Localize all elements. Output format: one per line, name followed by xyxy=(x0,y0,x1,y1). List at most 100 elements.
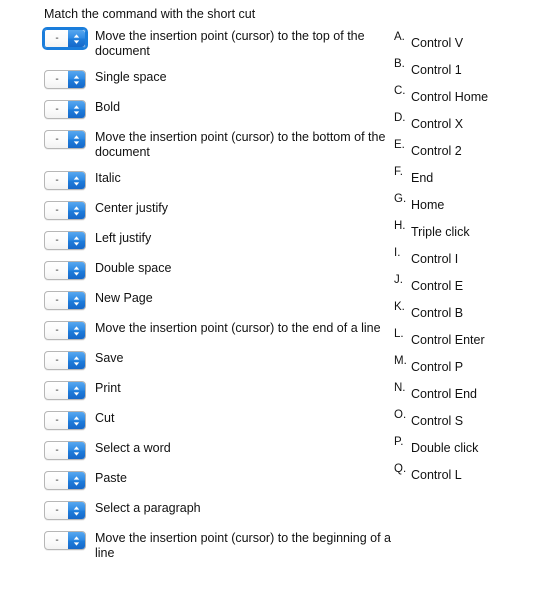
option-text: Control E xyxy=(411,279,464,293)
option-row: G. Home xyxy=(394,193,544,221)
option-text: Control End xyxy=(411,387,478,401)
up-down-chevron-icon[interactable] xyxy=(68,412,85,429)
answer-select-value: - xyxy=(55,175,59,186)
command-row: - Paste xyxy=(44,470,392,490)
up-down-chevron-icon[interactable] xyxy=(68,131,85,148)
option-row: F. End xyxy=(394,166,544,194)
answer-select[interactable]: - xyxy=(44,381,86,400)
command-row: - Move the insertion point (cursor) to th… xyxy=(44,28,392,59)
answer-select-value: - xyxy=(55,104,59,115)
up-down-chevron-icon[interactable] xyxy=(68,101,85,118)
command-label: Select a word xyxy=(95,441,171,455)
answer-select-value: - xyxy=(55,415,59,426)
option-text: Home xyxy=(411,198,445,212)
answer-select[interactable]: - xyxy=(44,411,86,430)
answer-select-value: - xyxy=(55,265,59,276)
answer-select[interactable]: - xyxy=(44,171,86,190)
answer-select[interactable]: - xyxy=(44,351,86,370)
up-down-chevron-icon[interactable] xyxy=(68,292,85,309)
answer-select[interactable]: - xyxy=(44,471,86,490)
command-label: Single space xyxy=(95,70,167,84)
option-letter: A. xyxy=(394,31,405,43)
options-column: A. Control V B. Control 1 C. Control Home D. Co… xyxy=(394,31,544,491)
command-row: - Select a word xyxy=(44,440,392,460)
option-letter: M. xyxy=(394,355,407,367)
command-label: Save xyxy=(95,351,124,365)
up-down-chevron-icon[interactable] xyxy=(68,172,85,189)
option-row: O. Control S xyxy=(394,409,544,437)
command-label: Print xyxy=(95,381,121,395)
answer-select-value: - xyxy=(55,235,59,246)
option-letter: O. xyxy=(394,409,407,421)
answer-select[interactable]: - xyxy=(44,130,86,149)
answer-select[interactable]: - xyxy=(44,100,86,119)
command-label: New Page xyxy=(95,291,153,305)
option-row: K. Control B xyxy=(394,301,544,329)
up-down-chevron-icon[interactable] xyxy=(68,30,85,47)
up-down-chevron-icon[interactable] xyxy=(68,502,85,519)
answer-select[interactable]: - xyxy=(44,261,86,280)
answer-select-value: - xyxy=(55,535,59,546)
command-label: Move the insertion point (cursor) to the… xyxy=(95,29,365,58)
option-text: Triple click xyxy=(411,225,470,239)
command-label: Move the insertion point (cursor) to the… xyxy=(95,130,386,159)
option-row: N. Control End xyxy=(394,382,544,410)
up-down-chevron-icon[interactable] xyxy=(68,442,85,459)
command-row: - Save xyxy=(44,350,392,370)
command-row: - Print xyxy=(44,380,392,400)
command-row: - Center justify xyxy=(44,200,392,220)
answer-select-value: - xyxy=(55,325,59,336)
answer-select[interactable]: - xyxy=(44,231,86,250)
answer-select[interactable]: - xyxy=(44,70,86,89)
option-text: Control V xyxy=(411,36,464,50)
option-row: M. Control P xyxy=(394,355,544,383)
command-row: - Double space xyxy=(44,260,392,280)
command-label: Move the insertion point (cursor) to the… xyxy=(95,321,381,335)
answer-select-value: - xyxy=(55,355,59,366)
option-text: Control 1 xyxy=(411,63,462,77)
option-letter: G. xyxy=(394,193,407,205)
up-down-chevron-icon[interactable] xyxy=(68,532,85,549)
up-down-chevron-icon[interactable] xyxy=(68,262,85,279)
answer-select-value: - xyxy=(55,295,59,306)
option-text: Control B xyxy=(411,306,464,320)
option-row: J. Control E xyxy=(394,274,544,302)
option-text: Control P xyxy=(411,360,464,374)
up-down-chevron-icon[interactable] xyxy=(68,202,85,219)
answer-select[interactable]: - xyxy=(44,29,86,48)
option-letter: Q. xyxy=(394,463,407,475)
option-row: P. Double click xyxy=(394,436,544,464)
option-row: I. Control I xyxy=(394,247,544,275)
option-text: Control X xyxy=(411,117,464,131)
up-down-chevron-icon[interactable] xyxy=(68,352,85,369)
command-row: - Cut xyxy=(44,410,392,430)
answer-select[interactable]: - xyxy=(44,441,86,460)
answer-select[interactable]: - xyxy=(44,321,86,340)
command-row: - Move the insertion point (cursor) to th… xyxy=(44,320,392,340)
command-label: Paste xyxy=(95,471,127,485)
matching-quiz: Match the command with the short cut - Mo… xyxy=(0,0,548,609)
command-row: - Left justify xyxy=(44,230,392,250)
up-down-chevron-icon[interactable] xyxy=(68,232,85,249)
up-down-chevron-icon[interactable] xyxy=(68,382,85,399)
answer-select[interactable]: - xyxy=(44,201,86,220)
answer-select[interactable]: - xyxy=(44,501,86,520)
answer-select-value: - xyxy=(55,74,59,85)
option-row: Q. Control L xyxy=(394,463,544,491)
answer-select[interactable]: - xyxy=(44,291,86,310)
answer-select[interactable]: - xyxy=(44,531,86,550)
option-row: E. Control 2 xyxy=(394,139,544,167)
option-text: Control S xyxy=(411,414,464,428)
option-letter: F. xyxy=(394,166,403,178)
up-down-chevron-icon[interactable] xyxy=(68,472,85,489)
option-letter: B. xyxy=(394,58,405,70)
option-text: Control Home xyxy=(411,90,489,104)
command-row: - Select a paragraph xyxy=(44,500,392,520)
answer-select-value: - xyxy=(55,475,59,486)
up-down-chevron-icon[interactable] xyxy=(68,71,85,88)
option-text: Control L xyxy=(411,468,462,482)
command-row: - New Page xyxy=(44,290,392,310)
option-text: Double click xyxy=(411,441,479,455)
answer-select-value: - xyxy=(55,445,59,456)
up-down-chevron-icon[interactable] xyxy=(68,322,85,339)
